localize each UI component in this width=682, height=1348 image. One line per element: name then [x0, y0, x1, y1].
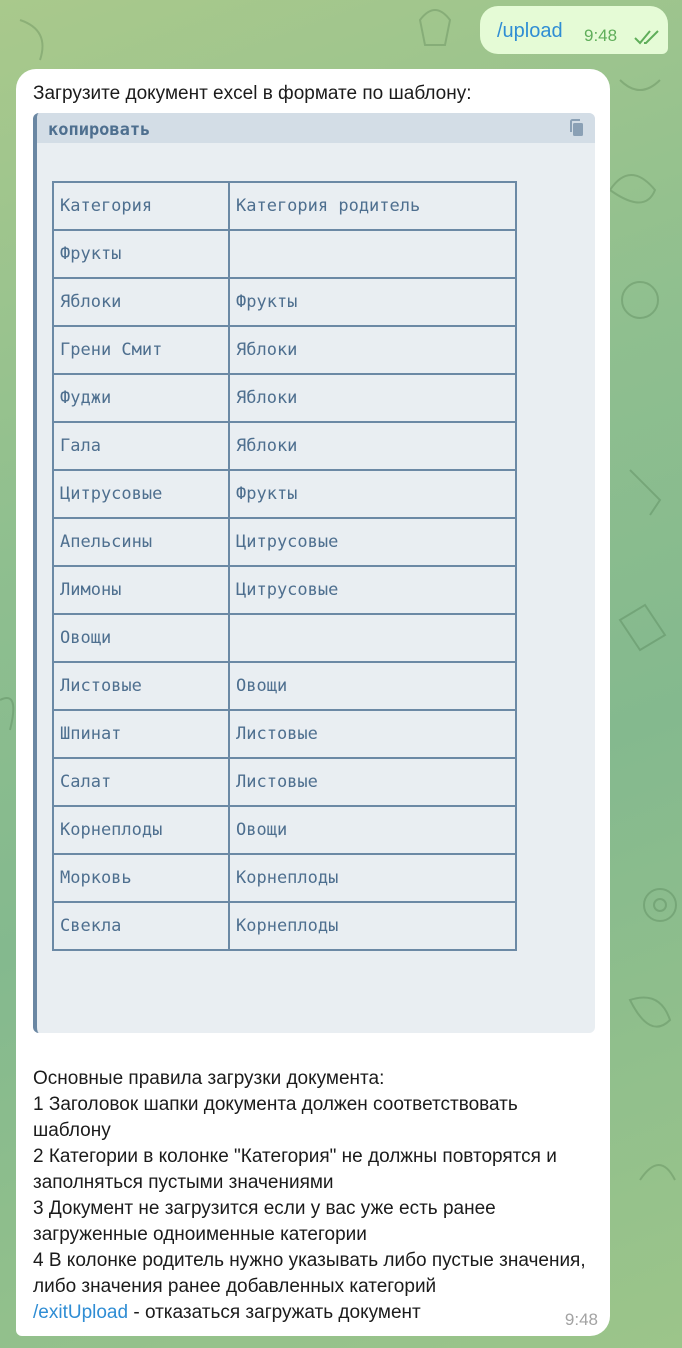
- table-row: Апельсины Цитрусовые: [52, 517, 517, 567]
- table-cell-category: Морковь: [52, 853, 230, 903]
- table-cell-category: Апельсины: [52, 517, 230, 567]
- code-copy-label[interactable]: копировать: [48, 120, 150, 140]
- table-row: Салат Листовые: [52, 757, 517, 807]
- table-cell-category: Овощи: [52, 613, 230, 663]
- table-cell-parent: Категория родитель: [228, 181, 517, 231]
- copy-icon[interactable]: [569, 119, 585, 137]
- table-cell-category: Категория: [52, 181, 230, 231]
- table-cell-category: Фрукты: [52, 229, 230, 279]
- rule-1: 1 Заголовок шапки документа должен соотв…: [33, 1094, 518, 1141]
- table-cell-category: Яблоки: [52, 277, 230, 327]
- outgoing-message-time: 9:48: [584, 26, 618, 45]
- code-block[interactable]: копировать Категория Категория родитель Фр…: [33, 113, 595, 1033]
- table-cell-parent: [228, 229, 517, 279]
- table-row: Категория Категория родитель: [52, 181, 517, 231]
- table-row: Гала Яблоки: [52, 421, 517, 471]
- table-cell-parent: Яблоки: [228, 421, 517, 471]
- table-cell-parent: Яблоки: [228, 325, 517, 375]
- table-cell-parent: Овощи: [228, 805, 517, 855]
- rule-2: 2 Категории в колонке "Категория" не дол…: [33, 1146, 557, 1193]
- message-intro-text: Загрузите документ excel в формате по ша…: [33, 83, 472, 104]
- table-cell-parent: [228, 613, 517, 663]
- table-cell-category: Грени Смит: [52, 325, 230, 375]
- table-cell-category: Гала: [52, 421, 230, 471]
- table-cell-parent: Листовые: [228, 757, 517, 807]
- table-row: Лимоны Цитрусовые: [52, 565, 517, 615]
- table-cell-parent: Цитрусовые: [228, 517, 517, 567]
- table-cell-category: Корнеплоды: [52, 805, 230, 855]
- table-row: Грени Смит Яблоки: [52, 325, 517, 375]
- table-cell-category: Салат: [52, 757, 230, 807]
- table-cell-category: Свекла: [52, 901, 230, 951]
- table-cell-parent: Яблоки: [228, 373, 517, 423]
- table-cell-category: Лимоны: [52, 565, 230, 615]
- double-check-icon: [634, 30, 659, 45]
- rules-text: Основные правила загрузки документа: 1 З…: [33, 1066, 598, 1326]
- table-cell-parent: Фрукты: [228, 469, 517, 519]
- table-cell-category: Шпинат: [52, 709, 230, 759]
- table-cell-parent: Цитрусовые: [228, 565, 517, 615]
- table-row: Листовые Овощи: [52, 661, 517, 711]
- table-row: Корнеплоды Овощи: [52, 805, 517, 855]
- table-row: Морковь Корнеплоды: [52, 853, 517, 903]
- table-cell-parent: Фрукты: [228, 277, 517, 327]
- table-cell-category: Цитрусовые: [52, 469, 230, 519]
- incoming-message-time: 9:48: [564, 1310, 598, 1329]
- exit-upload-command-link[interactable]: /exitUpload: [33, 1302, 128, 1323]
- template-table: Категория Категория родитель Фрукты Яблоки Ф…: [52, 181, 517, 951]
- exit-line-text: - отказаться загружать документ: [128, 1302, 421, 1323]
- table-row: Фрукты: [52, 229, 517, 279]
- table-row: Свекла Корнеплоды: [52, 901, 517, 951]
- table-row: Яблоки Фрукты: [52, 277, 517, 327]
- table-row: Шпинат Листовые: [52, 709, 517, 759]
- table-row: Овощи: [52, 613, 517, 663]
- table-cell-category: Фуджи: [52, 373, 230, 423]
- table-cell-category: Листовые: [52, 661, 230, 711]
- table-cell-parent: Овощи: [228, 661, 517, 711]
- table-cell-parent: Корнеплоды: [228, 901, 517, 951]
- table-cell-parent: Листовые: [228, 709, 517, 759]
- rules-title: Основные правила загрузки документа:: [33, 1068, 385, 1089]
- rule-3: 3 Документ не загрузится если у вас уже …: [33, 1198, 496, 1245]
- table-row: Фуджи Яблоки: [52, 373, 517, 423]
- incoming-message-bubble[interactable]: Загрузите документ excel в формате по ша…: [16, 69, 610, 1336]
- rule-4: 4 В колонке родитель нужно указывать либ…: [33, 1250, 586, 1297]
- outgoing-message-bubble[interactable]: /upload 9:48: [480, 6, 668, 54]
- code-block-header: копировать: [37, 113, 595, 143]
- table-row: Цитрусовые Фрукты: [52, 469, 517, 519]
- upload-command-link[interactable]: /upload: [497, 20, 563, 43]
- table-cell-parent: Корнеплоды: [228, 853, 517, 903]
- exit-line: /exitUpload - отказаться загружать докум…: [33, 1300, 598, 1326]
